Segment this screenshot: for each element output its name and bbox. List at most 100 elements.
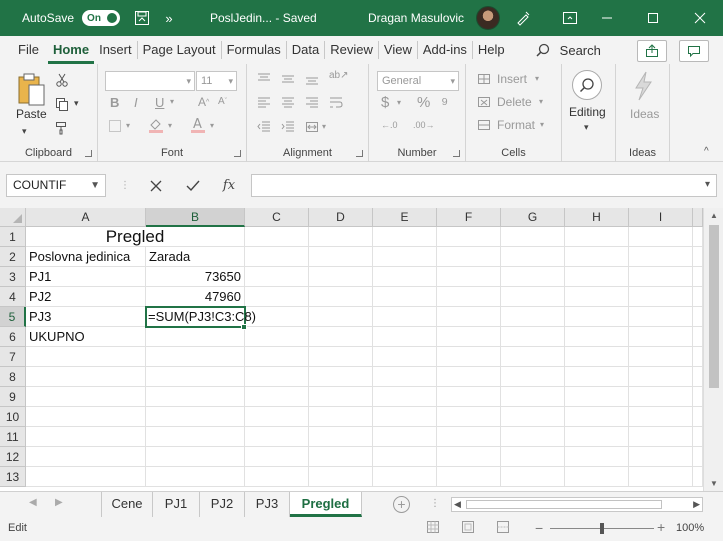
grid-cell[interactable] (501, 347, 565, 367)
grid-cell[interactable] (693, 307, 703, 327)
grid-cell[interactable] (565, 247, 629, 267)
share-button[interactable] (637, 40, 667, 62)
grid-cell[interactable] (693, 367, 703, 387)
expand-formula-icon[interactable]: ▾ (705, 179, 710, 190)
grid-cell[interactable] (245, 467, 309, 487)
grid-cell[interactable] (309, 367, 373, 387)
grid-cell[interactable] (501, 307, 565, 327)
grid-cell[interactable] (565, 267, 629, 287)
underline-dropdown-icon[interactable]: ▾ (170, 97, 174, 106)
select-all-button[interactable] (0, 208, 26, 227)
grid-cell[interactable] (437, 467, 501, 487)
grip-icon[interactable]: ⋮ (120, 180, 130, 191)
grid-cell[interactable] (245, 367, 309, 387)
grid-cell[interactable] (501, 467, 565, 487)
grid-cell[interactable] (146, 407, 245, 427)
avatar[interactable] (476, 6, 500, 30)
grid-cell[interactable] (629, 447, 693, 467)
grid-cell[interactable] (501, 287, 565, 307)
row-header-9[interactable]: 9 (0, 387, 26, 407)
row-header-2[interactable]: 2 (0, 247, 26, 267)
percent-icon[interactable]: % (417, 94, 430, 111)
name-box[interactable]: COUNTIF ▼ (6, 174, 106, 197)
grid-cell[interactable] (245, 327, 309, 347)
grid-cell[interactable] (693, 447, 703, 467)
format-cells-label[interactable]: Format (497, 118, 535, 132)
grid-cell[interactable] (693, 347, 703, 367)
editing-search-icon[interactable] (572, 70, 602, 100)
user-name[interactable]: Dragan Masulovic (368, 11, 464, 25)
grid-cell[interactable] (373, 347, 437, 367)
grid-cell[interactable] (309, 467, 373, 487)
worksheet-grid[interactable]: A B C D E F G H I 1 2 3 4 5 6 7 8 9 10 1… (0, 208, 723, 491)
shrink-font-icon[interactable]: Aˇ (218, 96, 227, 107)
top-align-icon[interactable] (257, 72, 271, 86)
grid-cell[interactable] (693, 407, 703, 427)
borders-dropdown-icon[interactable]: ▾ (126, 121, 130, 130)
grid-cell[interactable] (629, 407, 693, 427)
column-header-e[interactable]: E (373, 208, 437, 227)
grid-cell[interactable] (373, 247, 437, 267)
grid-cell[interactable] (501, 407, 565, 427)
scroll-up-icon[interactable]: ▲ (704, 208, 723, 223)
grid-cell[interactable] (693, 327, 703, 347)
grid-cell[interactable] (309, 287, 373, 307)
increase-indent-icon[interactable] (281, 120, 295, 134)
grid-cell[interactable] (501, 387, 565, 407)
grid-cell[interactable] (437, 367, 501, 387)
number-launcher-icon[interactable] (453, 150, 460, 157)
font-color-icon[interactable]: A (190, 116, 206, 134)
maximize-button[interactable] (630, 0, 676, 36)
grid-cell[interactable] (309, 347, 373, 367)
scroll-down-icon[interactable]: ▼ (704, 476, 723, 491)
horizontal-scroll-thumb[interactable] (466, 500, 662, 509)
cut-icon[interactable] (54, 72, 70, 88)
align-right-icon[interactable] (305, 96, 319, 110)
page-break-view-icon[interactable] (497, 521, 509, 536)
grid-cell[interactable] (373, 427, 437, 447)
decrease-decimal-icon[interactable]: .00→ (413, 120, 435, 130)
format-cells-icon[interactable] (477, 118, 491, 132)
tab-cene[interactable]: Cene (101, 492, 153, 517)
grid-cell[interactable] (146, 387, 245, 407)
zoom-out-icon[interactable]: − (535, 520, 543, 536)
grid-cell[interactable] (437, 307, 501, 327)
grid-cell[interactable] (309, 267, 373, 287)
cell-a1-title[interactable]: Pregled (26, 227, 245, 247)
cancel-button[interactable] (141, 174, 171, 197)
menu-page-layout[interactable]: Page Layout (138, 36, 221, 64)
currency-icon[interactable]: $ (381, 94, 389, 111)
tab-pj1[interactable]: PJ1 (153, 492, 200, 517)
grid-cell[interactable] (309, 407, 373, 427)
grid-cell[interactable] (565, 407, 629, 427)
delete-cells-label[interactable]: Delete (497, 95, 532, 109)
row-header-12[interactable]: 12 (0, 447, 26, 467)
grid-cell[interactable] (437, 247, 501, 267)
search-box[interactable]: Search (536, 43, 601, 58)
grid-cell[interactable] (373, 367, 437, 387)
align-left-icon[interactable] (257, 96, 271, 110)
insert-cells-icon[interactable] (477, 72, 491, 86)
cell-b3[interactable]: 73650 (146, 267, 245, 287)
grid-cell[interactable] (629, 347, 693, 367)
grid-cell[interactable] (629, 387, 693, 407)
grid-cell[interactable] (245, 287, 309, 307)
column-header-h[interactable]: H (565, 208, 629, 227)
borders-icon[interactable] (108, 119, 122, 133)
grow-font-icon[interactable]: A ^ (198, 95, 209, 109)
fill-color-dropdown-icon[interactable]: ▾ (168, 121, 172, 130)
prev-sheet-icon[interactable]: ◀ (29, 497, 37, 508)
font-name-dropdown[interactable]: ▾ (105, 71, 195, 91)
grid-cell[interactable] (309, 427, 373, 447)
grid-cell[interactable] (146, 367, 245, 387)
formula-input[interactable]: ▾ (251, 174, 717, 197)
vertical-scroll-thumb[interactable] (709, 225, 719, 388)
menu-data[interactable]: Data (287, 36, 324, 64)
grid-cell[interactable] (245, 267, 309, 287)
grid-cell[interactable] (565, 347, 629, 367)
grid-cell[interactable] (437, 447, 501, 467)
grid-cell[interactable] (629, 467, 693, 487)
row-header-8[interactable]: 8 (0, 367, 26, 387)
grid-cell[interactable] (501, 367, 565, 387)
middle-align-icon[interactable] (281, 72, 295, 86)
